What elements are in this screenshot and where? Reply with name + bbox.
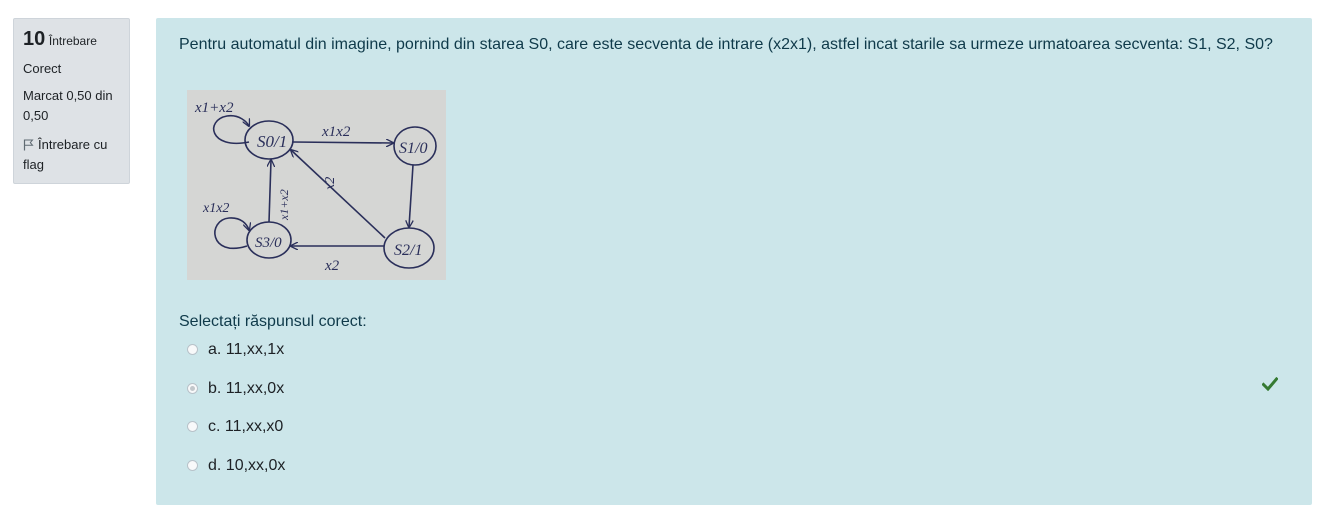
state-label: S0/1 [257, 132, 287, 151]
transition-label: x1+x2 [194, 100, 234, 116]
transition-label: x1x2 [321, 124, 351, 140]
radio-button-selected[interactable] [187, 383, 198, 394]
question-status: Corect [23, 61, 62, 76]
question-mark: Marcat 0,50 din 0,50 [23, 88, 113, 123]
question-text: Pentru automatul din imagine, pornind di… [179, 36, 1273, 53]
transition-label: x2 [323, 177, 338, 191]
radio-button[interactable] [187, 344, 198, 355]
question-number-value: 10 [23, 28, 46, 50]
question-info-panel: 10 Întrebare Corect Marcat 0,50 din 0,50… [13, 18, 130, 184]
transition-label: x2 [324, 258, 340, 274]
transition-label: x1+x2 [277, 189, 291, 221]
transition-label: x1x2 [202, 201, 229, 216]
answer-option-c[interactable]: c. 11,xx,x0 [187, 416, 283, 438]
question-content: Pentru automatul din imagine, pornind di… [156, 18, 1312, 505]
flag-outline-icon [23, 139, 34, 151]
answer-label: a. 11,xx,1x [208, 341, 285, 358]
radio-button[interactable] [187, 421, 198, 432]
answer-label: b. 11,xx,0x [208, 380, 285, 397]
state-label: S2/1 [394, 242, 422, 259]
radio-button[interactable] [187, 460, 198, 471]
state-label: S3/0 [255, 235, 282, 251]
answer-label: d. 10,xx,0x [208, 457, 286, 474]
flag-label: Întrebare cu flag [23, 137, 108, 172]
question-number: 10 Întrebare [23, 27, 120, 51]
question-number-label: Întrebare [48, 34, 97, 48]
answer-label: c. 11,xx,x0 [208, 418, 284, 435]
answer-option-b[interactable]: b. 11,xx,0x [187, 378, 284, 400]
flag-question-link[interactable]: Întrebare cu flag [23, 135, 120, 175]
answer-option-d[interactable]: d. 10,xx,0x [187, 455, 285, 477]
state-label: S1/0 [399, 140, 427, 157]
answer-option-a[interactable]: a. 11,xx,1x [187, 339, 284, 361]
state-diagram-image: S0/1 S1/0 S2/1 S3/0 x1+x2 x1x2 x2 x1x2 x… [187, 90, 446, 280]
checkmark-icon [1262, 377, 1278, 391]
answer-prompt: Selectați răspunsul corect: [179, 313, 367, 330]
